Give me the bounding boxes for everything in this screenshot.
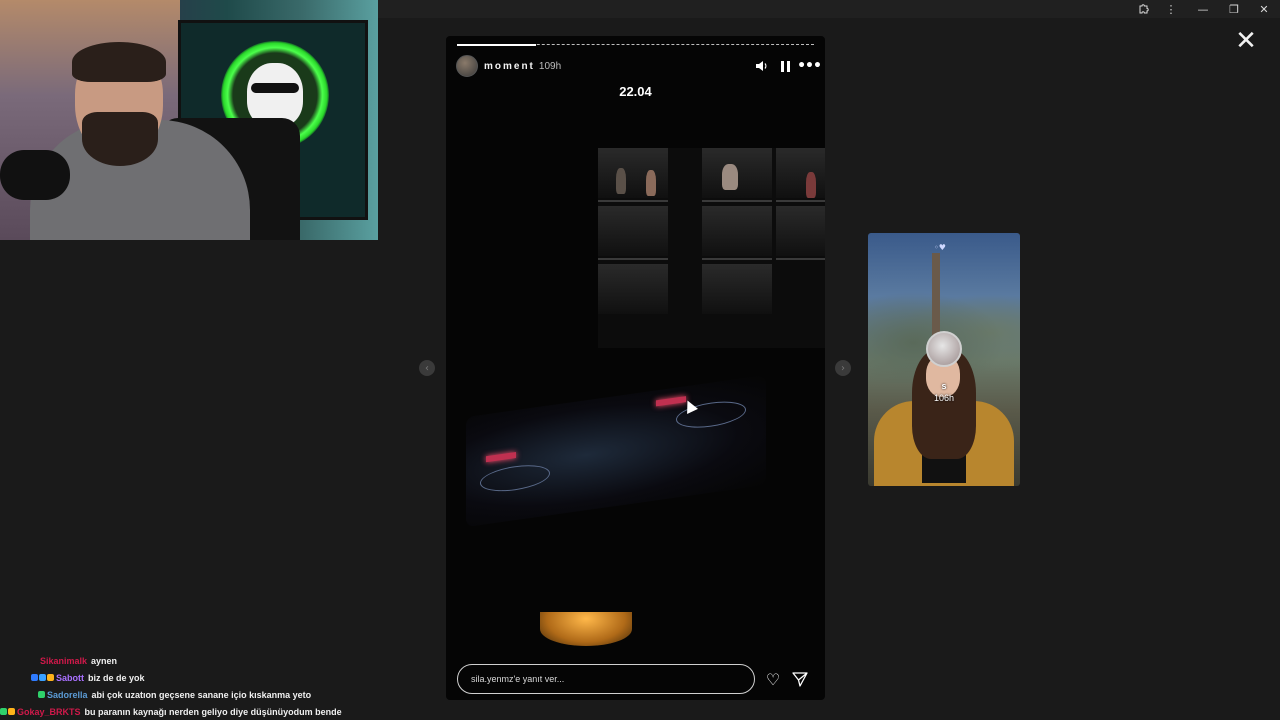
window-close-button[interactable]: ✕: [1249, 0, 1279, 18]
chat-text: aynen: [91, 655, 118, 666]
story-photo-dj-controller: [466, 374, 766, 528]
preview-status-icons: ◦♥: [934, 243, 946, 252]
story-progress-fill: [457, 44, 536, 46]
chat-badge-icon: [38, 691, 45, 698]
story-caption: 22.04: [619, 84, 652, 99]
chat-badge-icon: [39, 674, 46, 681]
story-reply-input[interactable]: sila.yenmz'e yanıt ver...: [457, 664, 755, 694]
chat-text: bu paranın kaynağı nerden geliyo diye dü…: [84, 706, 342, 717]
pause-icon[interactable]: [778, 59, 792, 73]
chat-badge-icon: [31, 674, 38, 681]
volume-icon[interactable]: [754, 59, 768, 73]
restore-button[interactable]: ❐: [1219, 0, 1249, 18]
story-player[interactable]: moment 109h ••• 22.04 sila.yenmz'e yanıt…: [446, 36, 825, 700]
story-photo-lamp: [540, 612, 632, 646]
chat-username: Sadorella: [47, 689, 88, 700]
chat-message: Gokay_BRKTS bu paranın kaynağı nerden gel…: [0, 703, 380, 720]
chat-badges: [38, 691, 45, 698]
previous-story-button[interactable]: ‹: [419, 360, 435, 376]
story-photo-shelves: [598, 148, 825, 348]
next-story-preview[interactable]: ◦♥ s 106h: [868, 233, 1020, 486]
chat-badge-icon: [8, 708, 15, 715]
microphone: [0, 150, 70, 200]
story-time-ago: 109h: [538, 60, 562, 72]
browser-titlebar: ⋮ — ❐ ✕: [378, 0, 1280, 18]
chat-badge-icon: [0, 708, 7, 715]
story-username[interactable]: moment: [484, 61, 535, 72]
chat-username: Gokay_BRKTS: [17, 706, 81, 717]
preview-username: s: [941, 381, 947, 391]
story-controls: •••: [754, 58, 822, 74]
chat-badge-icon: [47, 674, 54, 681]
browser-menu-icon[interactable]: ⋮: [1156, 0, 1186, 18]
chat-message: Sabott biz de de yok: [0, 669, 380, 686]
chat-message: Sadorella abi çok uzatıon geçsene sanane …: [0, 686, 380, 703]
chat-text: abi çok uzatıon geçsene sanane içio kısk…: [91, 689, 312, 700]
chat-text: biz de de yok: [88, 672, 145, 683]
next-story-button[interactable]: ›: [835, 360, 851, 376]
chat-badges: [0, 708, 15, 715]
channel-logo-glasses: [251, 83, 299, 93]
screen: ⋮ — ❐ ✕ Sikanimalk aynen Sabott biz de de y…: [0, 0, 1280, 720]
preview-user-avatar: [926, 331, 962, 367]
close-viewer-button[interactable]: ✕: [1234, 28, 1258, 54]
webcam-overlay: [0, 0, 378, 240]
streamer-hair: [72, 42, 166, 82]
chat-overlay: Sikanimalk aynen Sabott biz de de yok Sadore…: [0, 652, 380, 720]
more-options-icon[interactable]: •••: [797, 58, 822, 74]
story-header: moment 109h •••: [456, 55, 822, 77]
preview-time-ago: 106h: [933, 393, 955, 403]
chat-username: Sabott: [56, 672, 84, 683]
extensions-puzzle-icon[interactable]: [1129, 0, 1159, 18]
streamer-beard: [82, 112, 158, 166]
chat-message: Sikanimalk aynen: [0, 652, 380, 669]
story-user-avatar[interactable]: [456, 55, 478, 77]
chat-badges: [31, 674, 54, 681]
like-heart-icon[interactable]: ♡: [763, 669, 783, 689]
chat-username: Sikanimalk: [40, 655, 88, 666]
minimize-button[interactable]: —: [1188, 0, 1218, 18]
share-send-icon[interactable]: [790, 669, 810, 689]
